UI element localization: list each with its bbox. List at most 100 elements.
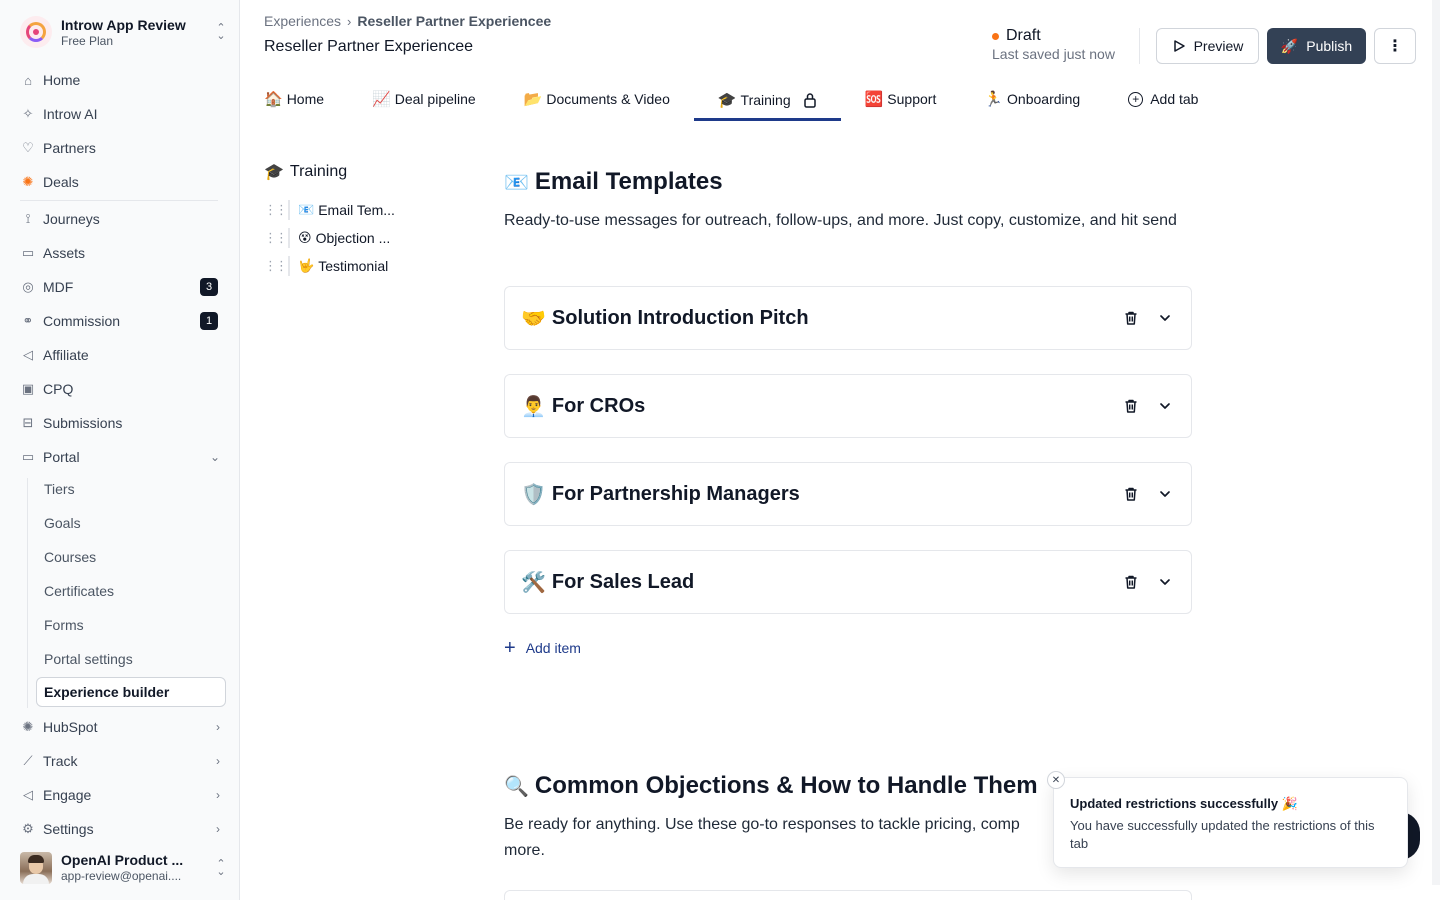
trash-icon[interactable] — [1121, 396, 1141, 416]
trash-icon[interactable] — [1121, 308, 1141, 328]
scrollbar[interactable] — [1432, 0, 1440, 885]
chevron-up-down-icon: ⌃ ⌄ — [216, 22, 226, 42]
tab-onboarding[interactable]: 🏃 Onboarding — [960, 78, 1104, 120]
toc-item-label: Testimonial — [318, 258, 389, 274]
chevron-down-icon[interactable] — [1155, 308, 1175, 328]
graduation-cap-icon: 🎓 — [717, 91, 737, 109]
sidebar-item-journeys[interactable]: ⟟ Journeys — [20, 205, 226, 233]
sidebar-subitem-tiers[interactable]: Tiers — [36, 474, 226, 504]
drag-handle-icon[interactable]: ⋮⋮ — [264, 258, 288, 274]
sidebar-item-settings[interactable]: ⚙ Settings › — [20, 815, 226, 843]
trash-icon[interactable] — [1121, 484, 1141, 504]
route-icon: ⟟ — [25, 211, 31, 226]
toc-title: 🎓 Training — [264, 162, 347, 182]
tab-label: Training — [740, 91, 791, 108]
sidebar-item-label: Engage — [43, 787, 92, 803]
drag-handle-icon[interactable]: ⋮⋮ — [264, 230, 288, 246]
accordion-item[interactable]: 👨‍💼 For CROs — [504, 374, 1192, 438]
inbox-icon: ⊟ — [22, 415, 34, 430]
breadcrumb-parent[interactable]: Experiences — [264, 13, 341, 29]
sidebar-item-submissions[interactable]: ⊟ Submissions — [20, 409, 226, 437]
toc-item-label: Email Tem... — [318, 202, 395, 218]
status-dot — [992, 32, 999, 40]
sidebar-subitem-experience-builder[interactable]: Experience builder — [36, 677, 226, 707]
tab-label: Home — [286, 91, 325, 107]
preview-label: Preview — [1193, 38, 1244, 54]
tab-home[interactable]: 🏠 Home — [264, 78, 348, 120]
tab-support[interactable]: 🆘 Support — [841, 78, 961, 120]
sidebar-item-label: Assets — [43, 245, 86, 261]
user-menu[interactable]: OpenAI Product ... app-review@openai....… — [20, 850, 228, 886]
monitor-icon: ▭ — [21, 449, 35, 464]
tab-label: Deal pipeline — [394, 91, 476, 107]
sidebar-item-label: HubSpot — [43, 719, 98, 735]
count-badge: 1 — [200, 312, 218, 330]
chevron-down-icon: ⌄ — [209, 450, 220, 464]
sidebar-item-home[interactable]: ⌂ Home — [20, 66, 226, 94]
tab-training[interactable]: 🎓 Training — [693, 78, 841, 121]
sidebar-item-portal[interactable]: ▭ Portal ⌄ — [20, 443, 226, 471]
add-item-button[interactable]: + Add item — [504, 638, 581, 658]
toc-item[interactable]: ⋮⋮ 📧 Email Tem... — [264, 199, 395, 221]
handshake-icon: ♡ — [22, 140, 34, 155]
shield-icon: 🛡️ — [521, 483, 546, 506]
sidebar-subitem-certificates[interactable]: Certificates — [36, 576, 226, 606]
accordion-title: For Partnership Managers — [551, 482, 800, 505]
folder-icon: ▭ — [21, 245, 35, 260]
chart-increasing-icon: 📈 — [372, 91, 391, 108]
preview-button[interactable]: Preview — [1156, 28, 1259, 64]
toc-item-label: Objection ... — [315, 230, 391, 246]
sidebar-item-cpq[interactable]: ▣ CPQ — [20, 375, 226, 403]
sidebar-item-partners[interactable]: ♡ Partners — [20, 134, 226, 162]
sidebar-item-label: Home — [43, 72, 81, 88]
trash-icon[interactable] — [1121, 572, 1141, 592]
sidebar-item-assets[interactable]: ▭ Assets — [20, 239, 226, 267]
sidebar-item-affiliate[interactable]: ◁ Affiliate — [20, 341, 226, 369]
sidebar-subitem-goals[interactable]: Goals — [36, 508, 226, 538]
sidebar-item-commission[interactable]: ⚭ Commission 1 — [20, 307, 226, 335]
sidebar-item-introw-ai[interactable]: ✧ Introw AI — [20, 100, 226, 128]
chevron-down-icon[interactable] — [1155, 484, 1175, 504]
toc-item[interactable]: ⋮⋮ 🤟 Testimonial — [264, 255, 388, 277]
accordion-item[interactable] — [504, 890, 1192, 900]
section-title[interactable]: 🔍 Common Objections & How to Handle Them — [504, 772, 1038, 800]
sidebar-subitem-courses[interactable]: Courses — [36, 542, 226, 572]
sidebar-item-mdf[interactable]: ◎ MDF 3 — [20, 273, 226, 301]
tab-label: Documents & Video — [546, 91, 670, 107]
publish-label: Publish — [1306, 38, 1353, 54]
hubspot-icon: ✺ — [22, 174, 34, 189]
link-icon: ⚭ — [22, 313, 34, 328]
lock-icon[interactable] — [803, 92, 817, 108]
sidebar-item-hubspot[interactable]: ✺ HubSpot › — [20, 713, 226, 741]
toc-item[interactable]: ⋮⋮ 😵 Objection ... — [264, 227, 390, 249]
sidebar-subitem-forms[interactable]: Forms — [36, 610, 226, 640]
chevron-right-icon: › — [216, 720, 220, 734]
sidebar-item-label: MDF — [43, 279, 74, 295]
status-indicator: Draft Last saved just now — [992, 27, 1115, 62]
sidebar-item-label: Portal — [43, 449, 80, 465]
page-title[interactable]: Reseller Partner Experiencee — [264, 38, 473, 56]
tab-deal-pipeline[interactable]: 📈 Deal pipeline — [348, 78, 500, 120]
drag-handle-icon[interactable]: ⋮⋮ — [264, 202, 288, 218]
section-description[interactable]: Ready-to-use messages for outreach, foll… — [504, 208, 1194, 234]
sidebar-divider — [20, 200, 218, 201]
workspace-switcher[interactable]: Introw App Review Free Plan ⌃ ⌄ — [20, 14, 228, 50]
sidebar-item-track[interactable]: ⟋ Track › — [20, 747, 226, 775]
sidebar-subitem-portal-settings[interactable]: Portal settings — [36, 644, 226, 674]
user-email: app-review@openai.... — [61, 869, 182, 883]
workspace-name: Introw App Review — [61, 16, 186, 33]
more-options-button[interactable]: ⋮ — [1374, 28, 1416, 64]
sidebar-item-engage[interactable]: ◁ Engage › — [20, 781, 226, 809]
tab-documents-video[interactable]: 📂 Documents & Video — [500, 78, 694, 120]
add-tab-button[interactable]: + Add tab — [1104, 78, 1222, 120]
close-icon[interactable]: ✕ — [1047, 771, 1065, 789]
accordion-item[interactable]: 🛡️ For Partnership Managers — [504, 462, 1192, 526]
publish-button[interactable]: 🚀 Publish — [1267, 28, 1366, 64]
chevron-down-icon[interactable] — [1155, 572, 1175, 592]
accordion-item[interactable]: 🛠️ For Sales Lead — [504, 550, 1192, 614]
chevron-down-icon[interactable] — [1155, 396, 1175, 416]
accordion-item[interactable]: 🤝 Solution Introduction Pitch — [504, 286, 1192, 350]
section-title[interactable]: 📧 Email Templates — [504, 168, 723, 196]
sidebar-item-deals[interactable]: ✺ Deals — [20, 168, 226, 196]
coins-icon: ◎ — [22, 279, 34, 294]
